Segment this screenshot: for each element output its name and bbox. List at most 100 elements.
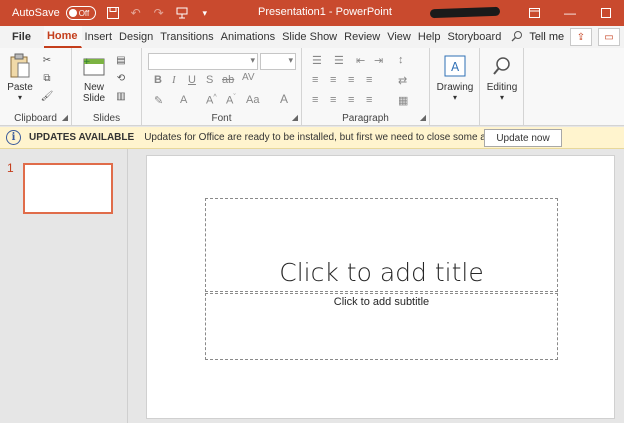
minimize-icon[interactable]: — [552,0,588,26]
subtitle-placeholder[interactable]: Click to add subtitle [205,293,558,360]
clipboard-launcher-icon[interactable]: ◢ [62,113,68,122]
tab-file[interactable]: File [0,26,44,48]
justify-icon[interactable]: ≡ [366,74,372,86]
presenter-icon[interactable] [175,6,189,20]
paragraph-group: ☰ ☰ ⇤ ⇥ ↕ ≡ ≡ ≡ ≡ ⇄ ≡ ≡ ≡ ≡ ▦ Paragraph … [302,48,430,126]
share-icon[interactable]: ⇪ [570,28,592,46]
editing-group: Editing ▾ [480,48,524,126]
tab-transitions[interactable]: Transitions [157,26,217,48]
drawing-dropdown-icon: ▾ [452,93,457,102]
distributed-icon[interactable]: ≡ [366,94,372,106]
drawing-label: Drawing [436,82,474,93]
new-slide-label-2: Slide [82,93,106,104]
tab-animations[interactable]: Animations [218,26,279,48]
font-name-dropdown[interactable] [148,53,258,70]
tab-design[interactable]: Design [116,26,157,48]
convert-smartart-icon[interactable]: ▦ [398,94,408,107]
tab-home[interactable]: Home [43,26,82,48]
numbering-icon[interactable]: ☰ [334,54,344,67]
paragraph-group-label: Paragraph [342,113,389,124]
title-placeholder-text: Click to add title [279,258,484,287]
info-icon: i [6,130,21,145]
comments-icon[interactable]: ▭ [598,28,620,46]
line-spacing-icon[interactable]: ↕ [398,54,404,66]
columns-icon[interactable]: ≡ [312,94,318,106]
ribbon-display-options-icon[interactable] [516,0,552,26]
paste-button[interactable]: Paste ▾ [4,52,36,102]
align-right-icon[interactable]: ≡ [348,74,354,86]
copy-icon[interactable]: ⧉ [40,72,54,84]
title-bar: AutoSave Off ↶ ↷ ▾ Presentation1 - Power… [0,0,624,26]
character-spacing-icon[interactable]: AV [242,72,255,83]
svg-text:A: A [451,60,460,74]
ribbon-tabs: File Home Insert Design Transitions Anim… [0,26,624,48]
editing-button[interactable]: Editing ▾ [482,52,522,102]
autosave-toggle[interactable]: Off [65,6,96,20]
underline-icon[interactable]: U [188,74,196,86]
strikethrough-icon[interactable]: ab [222,74,234,86]
tab-insert[interactable]: Insert [82,26,117,48]
font-size-dropdown[interactable] [260,53,296,70]
update-now-button[interactable]: Update now [484,129,562,147]
maximize-icon[interactable] [588,0,624,26]
font-launcher-icon[interactable]: ◢ [292,113,298,122]
document-title: Presentation1 - PowerPoint [258,6,392,18]
tab-right-actions: ⇪ ▭ [570,28,620,46]
font-group-label: Font [211,113,232,124]
new-slide-icon: + [81,52,107,80]
decrease-font-icon[interactable]: Aˇ [226,94,236,107]
drawing-group: A Drawing ▾ [430,48,480,126]
paste-dropdown-icon: ▾ [17,93,22,102]
bullets-icon[interactable]: ☰ [312,54,322,67]
editing-label: Editing [486,82,518,93]
svg-text:+: + [83,57,91,67]
redo-icon[interactable]: ↷ [152,6,166,20]
italic-icon[interactable]: I [172,74,176,86]
format-painter-icon[interactable]: 🖌 [40,90,54,102]
bold-icon[interactable]: B [154,74,162,86]
tab-storyboard[interactable]: Storyboard [445,26,506,48]
align-text-icon[interactable]: ≡ [330,94,336,106]
autosave-state: Off [78,8,90,18]
slides-group-label: Slides [92,113,121,124]
undo-icon[interactable]: ↶ [129,6,143,20]
new-slide-button[interactable]: + New Slide [76,52,112,104]
slide-canvas[interactable]: Click to add title Click to add subtitle [146,155,615,419]
drawing-button[interactable]: A Drawing ▾ [434,52,476,102]
slides-group: + New Slide ▤ ⟲ ▥ Slides [72,48,142,126]
cut-icon[interactable]: ✂ [40,54,54,66]
increase-indent-icon[interactable]: ⇥ [374,54,383,67]
toggle-knob [68,9,77,17]
new-slide-label-1: New [83,82,104,93]
font-color-icon[interactable]: A [180,94,187,106]
paragraph-launcher-icon[interactable]: ◢ [420,113,426,122]
align-left-icon[interactable]: ≡ [312,74,318,86]
title-placeholder[interactable]: Click to add title [205,198,558,292]
tab-slide-show[interactable]: Slide Show [279,26,341,48]
tab-help[interactable]: Help [415,26,445,48]
customize-qat-icon[interactable]: ▾ [198,6,212,20]
autosave-label: AutoSave [12,7,60,19]
decrease-indent-icon[interactable]: ⇤ [356,54,365,67]
reset-icon[interactable]: ⟲ [114,72,128,84]
increase-font-icon[interactable]: A^ [206,94,217,107]
text-direction-icon[interactable]: ⇄ [398,74,407,87]
clipboard-icon [7,52,33,80]
save-icon[interactable] [106,6,120,20]
highlight-icon[interactable]: ✎ [154,94,163,107]
clear-formatting-icon[interactable]: A [280,92,288,106]
redacted-account-name [429,6,501,19]
tab-view[interactable]: View [384,26,415,48]
tell-me-box[interactable]: Tell me [511,26,564,48]
shapes-icon: A [442,52,468,80]
layout-icon[interactable]: ▤ [114,54,128,66]
shadow-icon[interactable]: S [206,74,213,86]
font-group: B I U S ab AV ✎ A A^ Aˇ Aa A Font ◢ [142,48,302,126]
align-center-icon[interactable]: ≡ [330,74,336,86]
tab-review[interactable]: Review [341,26,384,48]
section-icon[interactable]: ▥ [114,90,128,102]
lightbulb-search-icon [511,30,523,45]
change-case-icon[interactable]: Aa [246,94,259,106]
slide-thumbnail[interactable] [23,163,113,214]
smartart-icon[interactable]: ≡ [348,94,354,106]
